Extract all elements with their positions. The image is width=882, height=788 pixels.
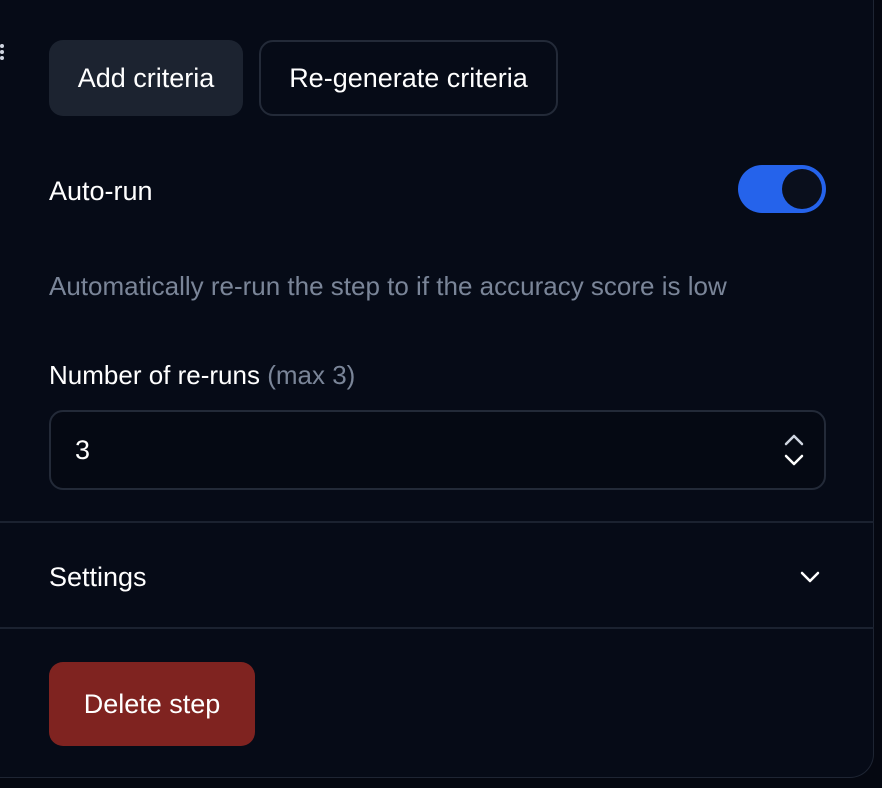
regenerate-criteria-button[interactable]: Re-generate criteria [259, 40, 558, 116]
step-config-panel: Add criteria Re-generate criteria Auto-r… [0, 0, 874, 778]
reruns-number-input[interactable]: 3 [49, 410, 826, 490]
toggle-knob [782, 169, 822, 209]
auto-run-description: Automatically re-run the step to if the … [49, 271, 727, 301]
add-criteria-button[interactable]: Add criteria [49, 40, 243, 116]
auto-run-label: Auto-run [49, 176, 153, 206]
section-divider [0, 521, 874, 523]
auto-run-toggle[interactable] [738, 165, 826, 213]
chevron-up-down-icon[interactable] [782, 430, 806, 470]
settings-accordion[interactable]: Settings [49, 557, 826, 597]
reruns-label-text: Number of re-runs [49, 360, 260, 390]
reruns-value: 3 [75, 435, 91, 465]
chevron-down-icon [798, 565, 822, 594]
drag-handle-icon[interactable] [0, 44, 6, 64]
delete-step-button[interactable]: Delete step [49, 662, 255, 746]
settings-label: Settings [49, 562, 147, 592]
reruns-hint: (max 3) [267, 360, 356, 390]
section-divider [0, 627, 874, 629]
reruns-label: Number of re-runs (max 3) [49, 357, 355, 393]
